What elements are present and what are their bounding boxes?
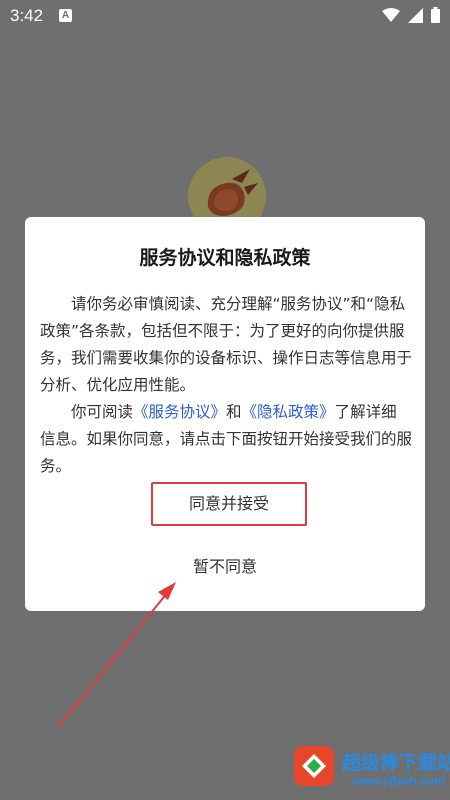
signal-icon <box>408 7 423 23</box>
watermark-url: www.cjbwh.com <box>352 774 445 788</box>
battery-icon <box>431 7 440 23</box>
status-bar: 3:42 A <box>0 0 450 32</box>
notification-a-icon: A <box>59 9 72 22</box>
dialog-paragraph-2: 你可阅读《服务协议》和《隐私政策》了解详细信息。如果你同意，请点击下面按钮开始接… <box>40 399 412 480</box>
para2-and: 和 <box>226 403 242 421</box>
service-agreement-link[interactable]: 《服务协议》 <box>133 403 226 421</box>
disagree-button[interactable]: 暂不同意 <box>165 552 285 582</box>
status-time: 3:42 <box>10 6 44 25</box>
para2-prefix: 你可阅读 <box>71 403 134 421</box>
dialog-paragraph-1: 请你务必审慎阅读、充分理解“服务协议”和“隐私政策”各条款，包括但不限于：为了更… <box>40 295 413 394</box>
dialog-body: 请你务必审慎阅读、充分理解“服务协议”和“隐私政策”各条款，包括但不限于：为了更… <box>40 291 412 480</box>
dialog-title: 服务协议和隐私政策 <box>139 247 311 269</box>
wifi-icon <box>382 8 400 22</box>
watermark-logo-icon <box>294 746 334 786</box>
watermark-name: 超级棒下载站 <box>342 752 450 774</box>
privacy-policy-link[interactable]: 《隐私政策》 <box>242 403 335 421</box>
watermark: 超级棒下载站 www.cjbwh.com <box>292 744 450 798</box>
agree-button[interactable]: 同意并接受 <box>151 482 307 526</box>
privacy-dialog: 服务协议和隐私政策 请你务必审慎阅读、充分理解“服务协议”和“隐私政策”各条款，… <box>25 217 425 611</box>
